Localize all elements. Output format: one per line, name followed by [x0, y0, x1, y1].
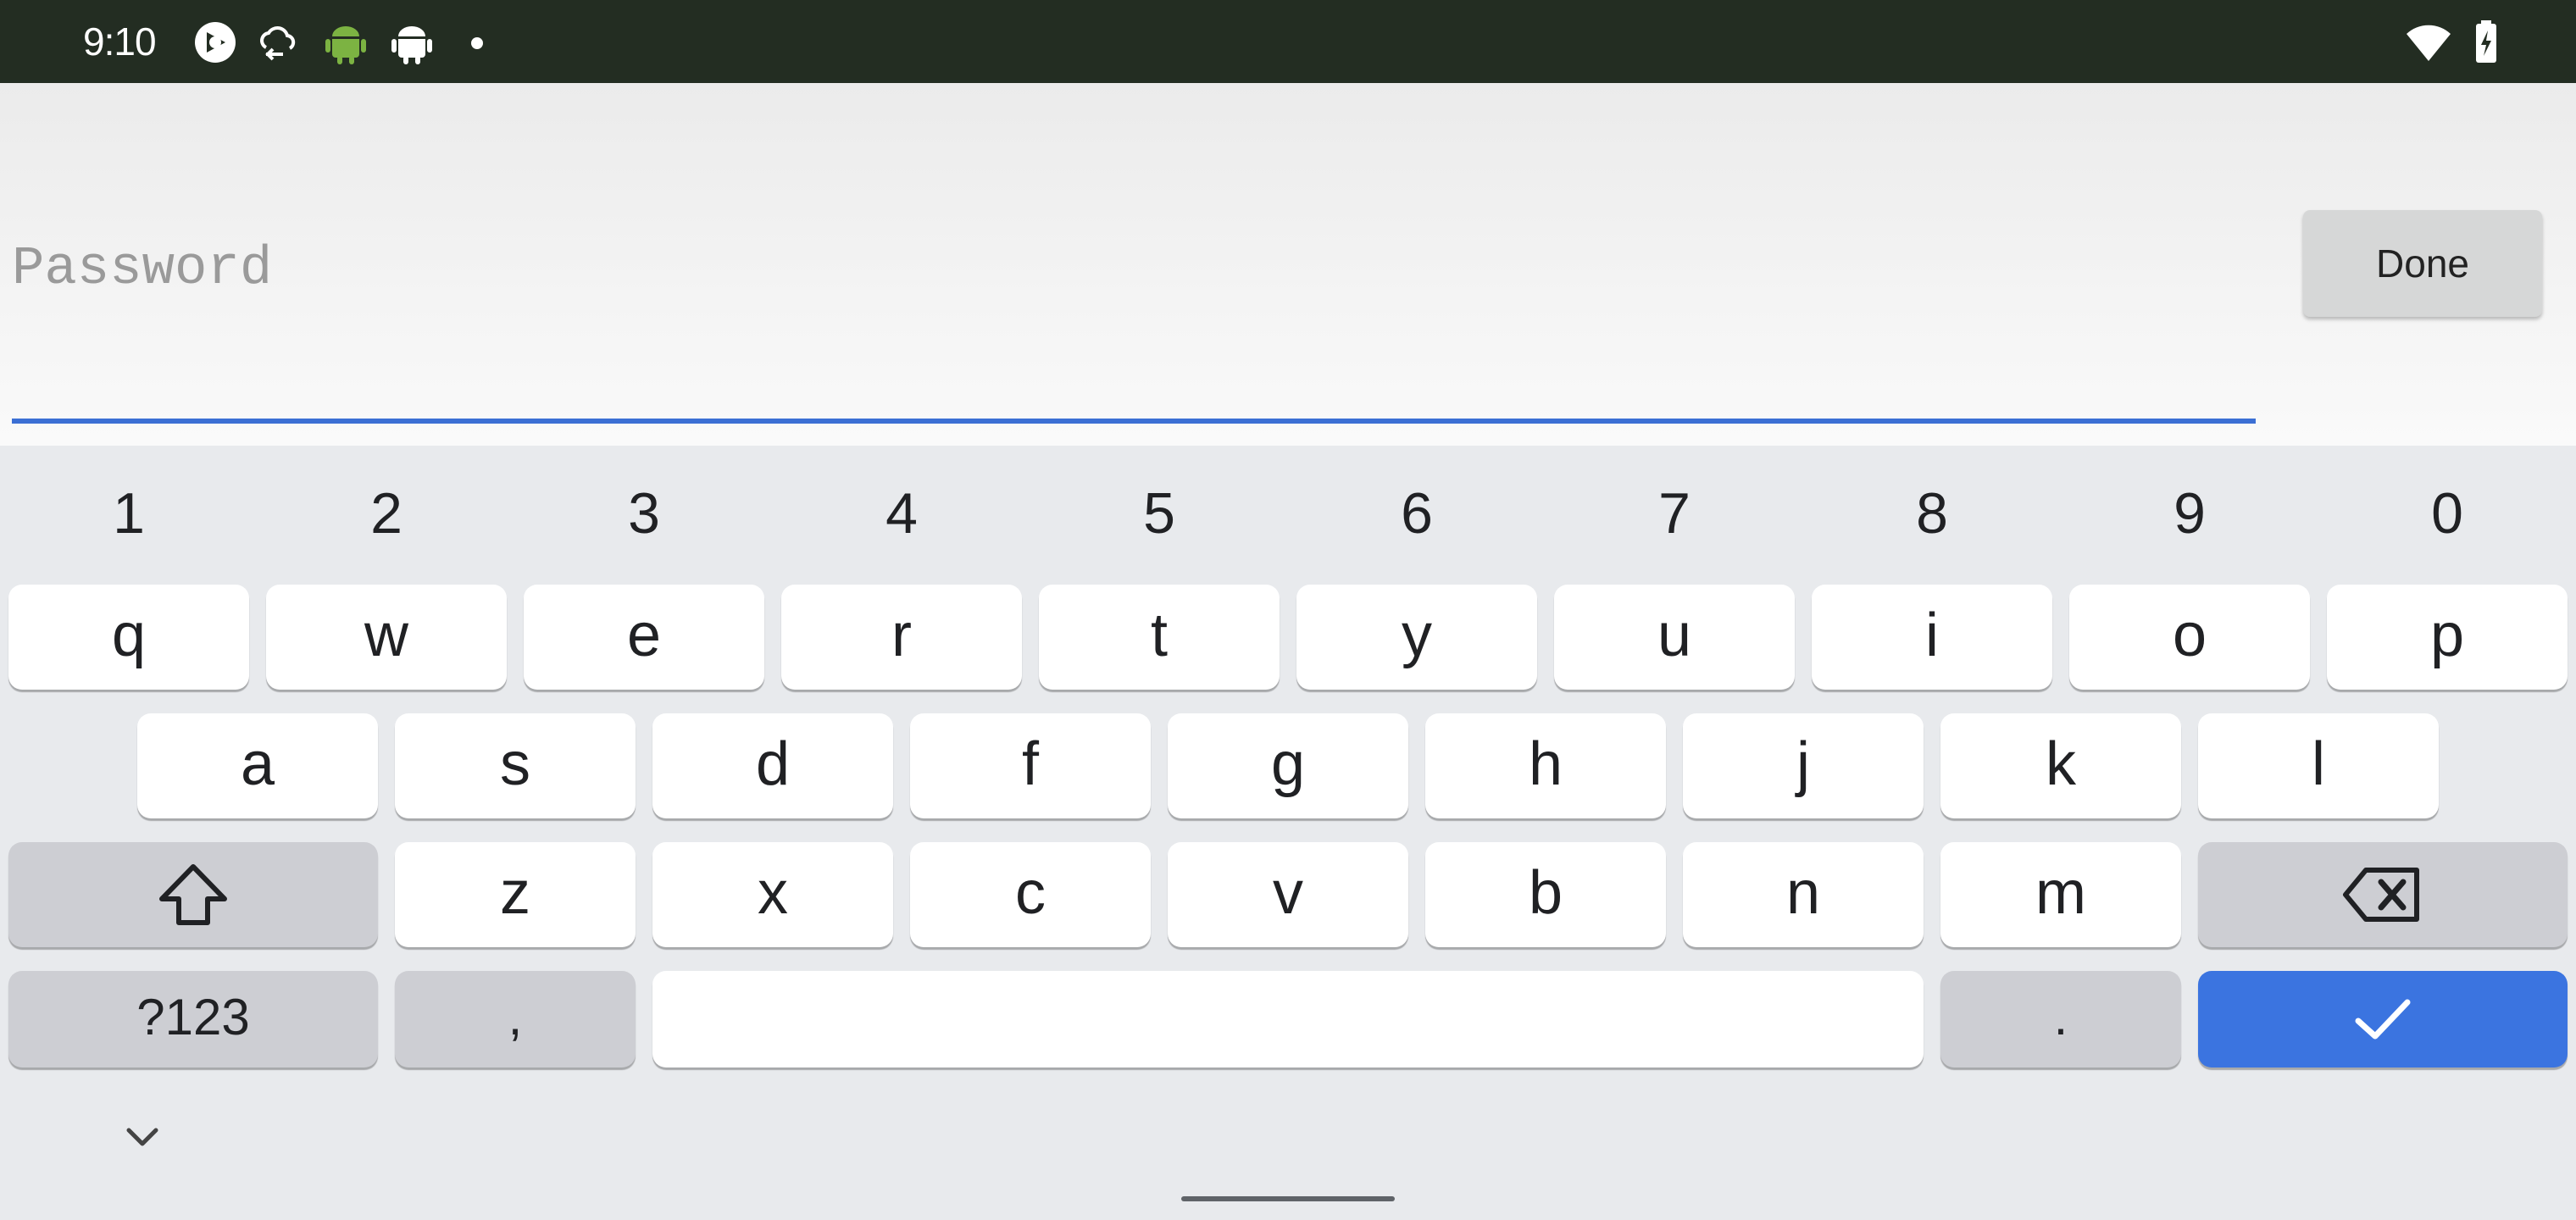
key-8[interactable]: 8 [1864, 471, 2000, 556]
key-a[interactable]: a [137, 713, 378, 818]
password-input[interactable] [12, 110, 2256, 424]
shift-key[interactable] [8, 842, 378, 947]
key-n[interactable]: n [1683, 842, 1924, 947]
period-key[interactable]: . [1940, 971, 2181, 1068]
key-c[interactable]: c [910, 842, 1151, 947]
key-h[interactable]: h [1425, 713, 1666, 818]
key-p[interactable]: p [2327, 585, 2568, 690]
key-d[interactable]: d [652, 713, 893, 818]
space-key[interactable] [652, 971, 1924, 1068]
wifi-icon [2407, 25, 2451, 61]
key-g[interactable]: g [1168, 713, 1408, 818]
photo-app-icon [195, 22, 236, 63]
key-j[interactable]: j [1683, 713, 1924, 818]
key-o[interactable]: o [2069, 585, 2310, 690]
notification-dot-icon [471, 37, 483, 49]
key-u[interactable]: u [1554, 585, 1795, 690]
chevron-down-icon[interactable] [125, 1127, 159, 1147]
key-y[interactable]: y [1296, 585, 1537, 690]
soft-keyboard: 1 2 3 4 5 6 7 8 9 0 q w e r t y u i o p … [0, 446, 2576, 1220]
key-1[interactable]: 1 [61, 471, 197, 556]
key-s[interactable]: s [395, 713, 636, 818]
key-2[interactable]: 2 [319, 471, 454, 556]
key-3[interactable]: 3 [576, 471, 712, 556]
key-w[interactable]: w [266, 585, 507, 690]
key-x[interactable]: x [652, 842, 893, 947]
key-m[interactable]: m [1940, 842, 2181, 947]
symbols-key[interactable]: ?123 [8, 971, 378, 1068]
comma-key[interactable]: , [395, 971, 636, 1068]
shift-icon [159, 864, 227, 925]
done-button[interactable]: Done [2303, 210, 2542, 317]
backspace-key[interactable] [2198, 842, 2568, 947]
battery-charging-icon [2476, 20, 2496, 63]
key-k[interactable]: k [1940, 713, 2181, 818]
key-i[interactable]: i [1812, 585, 2052, 690]
key-t[interactable]: t [1039, 585, 1280, 690]
key-e[interactable]: e [524, 585, 764, 690]
key-5[interactable]: 5 [1091, 471, 1227, 556]
checkmark-icon [2355, 999, 2411, 1040]
key-0[interactable]: 0 [2379, 471, 2515, 556]
key-q[interactable]: q [8, 585, 249, 690]
key-v[interactable]: v [1168, 842, 1408, 947]
key-f[interactable]: f [910, 713, 1151, 818]
android-debug-icon [391, 26, 432, 64]
cloud-sync-icon [260, 26, 296, 61]
home-gesture-handle[interactable] [1181, 1196, 1395, 1201]
key-9[interactable]: 9 [2122, 471, 2257, 556]
key-4[interactable]: 4 [834, 471, 969, 556]
status-bar: 9:10 [0, 0, 2576, 83]
key-7[interactable]: 7 [1607, 471, 1742, 556]
enter-key[interactable] [2198, 971, 2568, 1068]
key-b[interactable]: b [1425, 842, 1666, 947]
status-time: 9:10 [83, 19, 157, 64]
key-l[interactable]: l [2198, 713, 2439, 818]
key-r[interactable]: r [781, 585, 1022, 690]
key-z[interactable]: z [395, 842, 636, 947]
backspace-icon [2343, 868, 2419, 922]
key-6[interactable]: 6 [1349, 471, 1485, 556]
android-icon [325, 26, 366, 64]
